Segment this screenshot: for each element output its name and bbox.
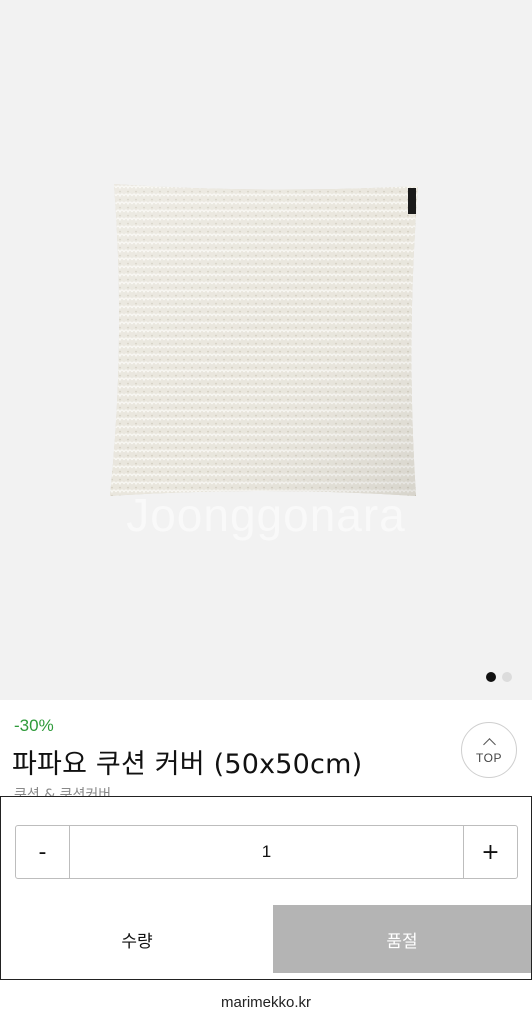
- top-label: TOP: [476, 751, 502, 765]
- decrease-quantity-button[interactable]: -: [16, 826, 70, 878]
- quantity-stepper: - 1 +: [15, 825, 518, 879]
- product-image-gallery[interactable]: Joonggonara: [0, 0, 532, 700]
- quantity-label: 수량: [121, 931, 153, 952]
- pillow-image: [110, 184, 418, 496]
- purchase-sheet: - 1 + 수량 품절: [0, 796, 532, 980]
- soldout-button[interactable]: 품절: [273, 905, 531, 973]
- product-category: 쿠션 & 쿠션커버: [14, 787, 112, 796]
- product-title: 파파요 쿠션 커버 (50x50cm): [12, 749, 363, 780]
- pagination-dot-2[interactable]: [502, 672, 512, 682]
- discount-badge: -30%: [14, 716, 54, 735]
- watermark-text: Joonggonara: [126, 489, 406, 541]
- increase-quantity-button[interactable]: +: [463, 826, 517, 878]
- site-domain: marimekko.kr: [220, 993, 311, 1011]
- chevron-up-icon: [482, 738, 496, 751]
- scroll-top-button[interactable]: TOP: [461, 722, 517, 778]
- gallery-pagination[interactable]: [486, 672, 512, 682]
- pagination-dot-1[interactable]: [486, 672, 496, 682]
- quantity-value[interactable]: 1: [70, 826, 463, 878]
- product-page: Joonggonara -30% 파파요 쿠션 커버 (50x50cm) 쿠션 …: [0, 0, 532, 1024]
